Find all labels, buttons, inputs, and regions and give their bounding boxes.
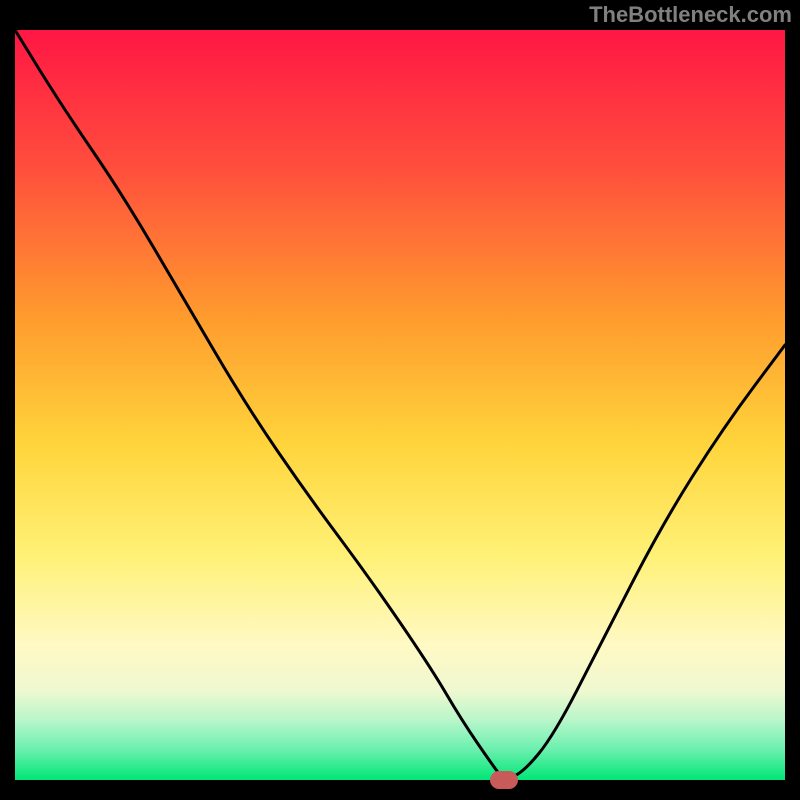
bottleneck-chart-svg	[15, 30, 785, 780]
watermark-text: TheBottleneck.com	[589, 2, 792, 28]
gradient-background	[15, 30, 785, 780]
optimal-point-marker	[490, 771, 518, 789]
plot-area	[15, 30, 785, 780]
chart-container: TheBottleneck.com	[0, 0, 800, 800]
